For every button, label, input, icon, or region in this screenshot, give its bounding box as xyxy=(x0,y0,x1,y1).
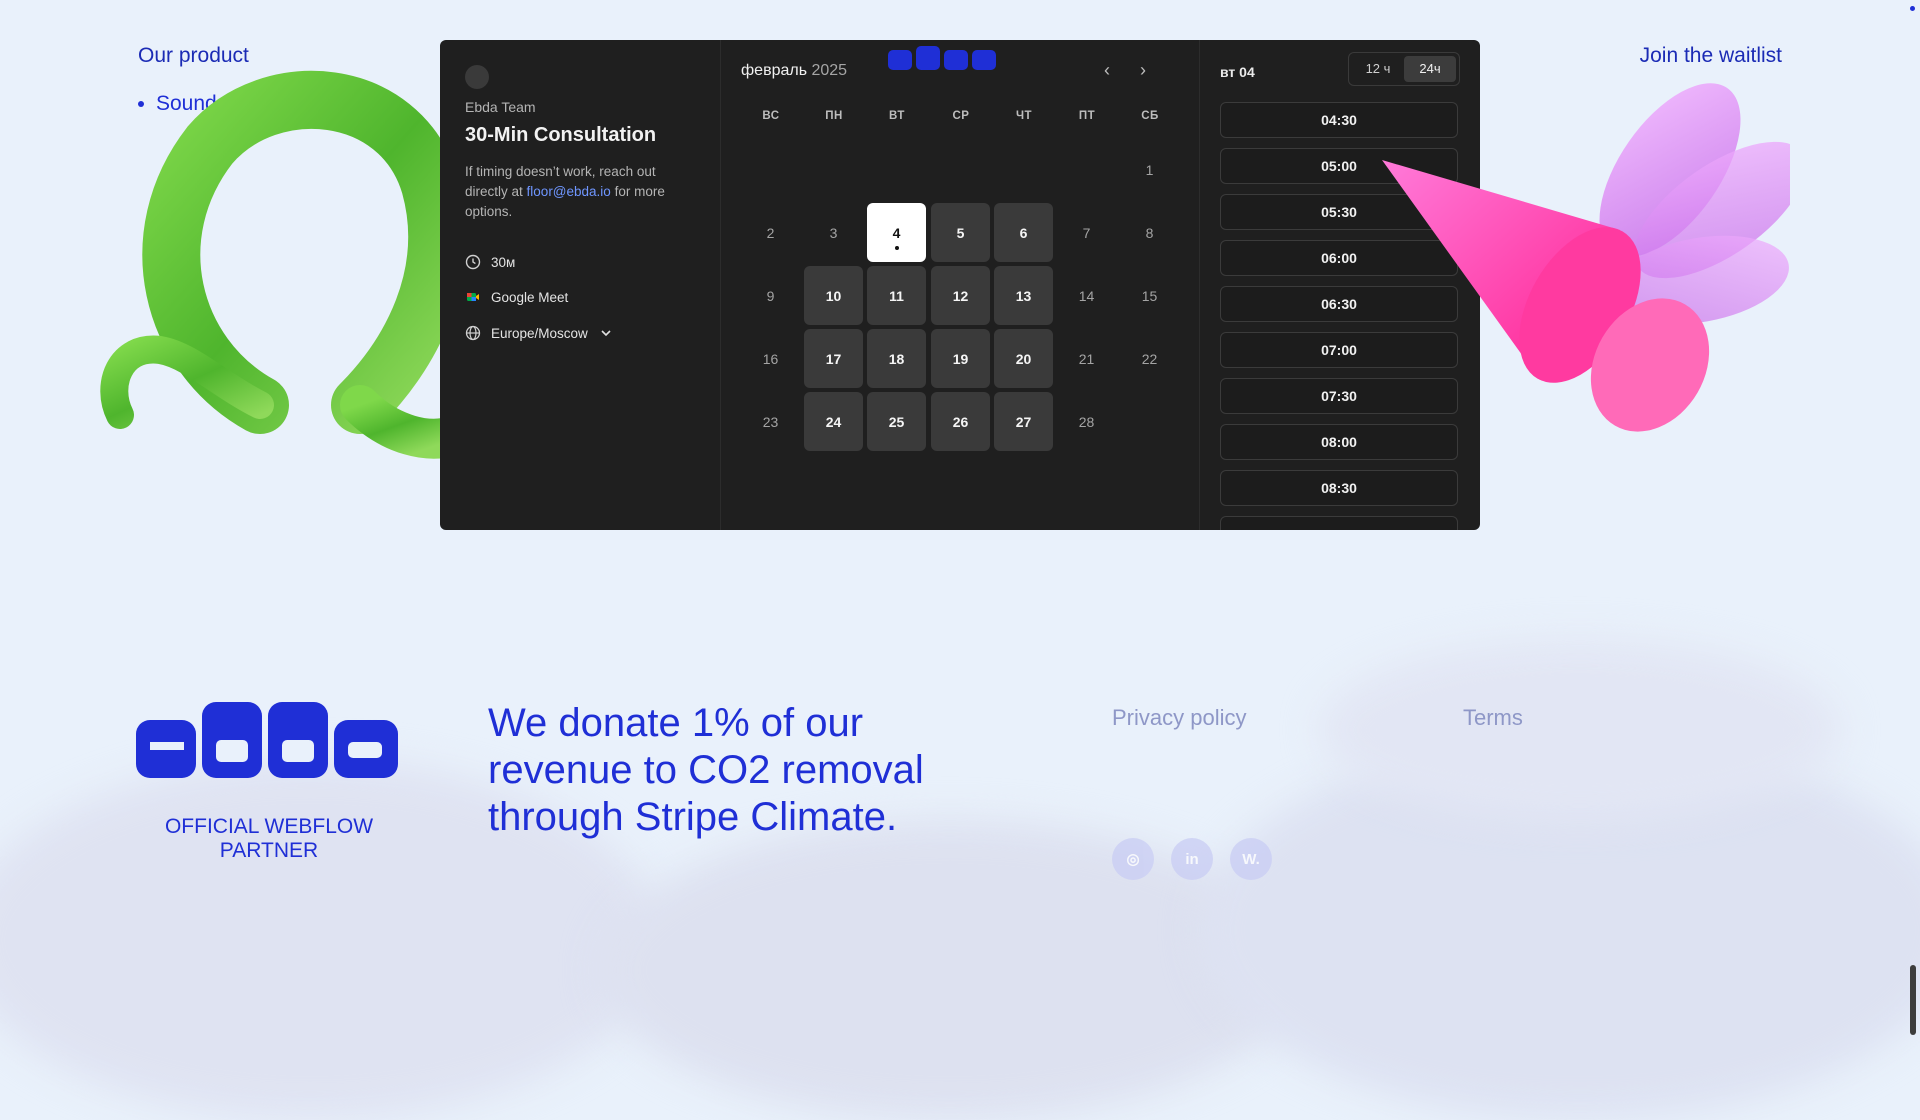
webflow-partner-label: OFFICIAL WEBFLOW PARTNER xyxy=(138,815,400,863)
calendar-day[interactable]: 5 xyxy=(931,203,990,262)
weekday-label: СР xyxy=(952,110,970,122)
event-description: If timing doesn’t work, reach out direct… xyxy=(465,162,695,222)
weekday-label: ВТ xyxy=(889,110,905,122)
weekday-label: ПТ xyxy=(1078,110,1096,122)
year-label: 2025 xyxy=(811,62,848,79)
weekday-label: ЧТ xyxy=(1015,110,1033,122)
calendar-day[interactable]: 25 xyxy=(867,392,926,451)
platform-row: Google Meet xyxy=(465,289,568,305)
calendar-day-selected[interactable]: 4 xyxy=(867,203,926,262)
calendar-day[interactable]: 17 xyxy=(804,329,863,388)
calendar-day[interactable]: 6 xyxy=(994,203,1053,262)
ebda-logo xyxy=(136,702,398,778)
calendar-day: 1 xyxy=(1145,161,1154,178)
calendar-day[interactable]: 10 xyxy=(804,266,863,325)
previous-month-button[interactable]: ‹ xyxy=(1097,60,1117,80)
webflow-icon[interactable]: W. xyxy=(1230,838,1272,880)
calendar-day[interactable]: 20 xyxy=(994,329,1053,388)
terms-link[interactable]: Terms xyxy=(1463,705,1523,731)
time-slot-button[interactable]: 08:30 xyxy=(1220,470,1458,506)
green-omega-decoration xyxy=(100,70,460,459)
calendar-day[interactable]: 24 xyxy=(804,392,863,451)
scrollbar-thumb[interactable] xyxy=(1910,965,1916,1035)
calendar-day: 2 xyxy=(766,224,775,241)
calendar-day: 22 xyxy=(1141,350,1158,367)
month-label: февраль 2025 xyxy=(741,62,847,80)
booking-widget: Ebda Team 30-Min Consultation If timing … xyxy=(440,40,1480,530)
calendar-day: 28 xyxy=(1078,413,1095,430)
ebda-logo-overlay xyxy=(888,46,996,70)
partner-line-2: PARTNER xyxy=(219,839,319,862)
donation-statement: We donate 1% of our revenue to CO2 remov… xyxy=(488,701,924,839)
calendar-day: 23 xyxy=(762,413,779,430)
time-slot-button-partial[interactable] xyxy=(1220,516,1458,530)
calendar-day[interactable]: 11 xyxy=(867,266,926,325)
timezone-selector[interactable]: Europe/Moscow xyxy=(465,325,614,341)
calendar-day: 7 xyxy=(1082,224,1091,241)
partner-line-1: OFFICIAL WEBFLOW xyxy=(164,815,374,838)
calendar-day: 16 xyxy=(762,350,779,367)
weekday-label: СБ xyxy=(1141,110,1159,122)
instagram-icon[interactable]: ◎ xyxy=(1112,838,1154,880)
linkedin-icon[interactable]: in xyxy=(1171,838,1213,880)
calendar-day: 21 xyxy=(1078,350,1095,367)
calendar-day[interactable]: 13 xyxy=(994,266,1053,325)
calendar-day: 15 xyxy=(1141,287,1158,304)
email-link[interactable]: floor@ebda.io xyxy=(527,184,611,199)
privacy-policy-link[interactable]: Privacy policy xyxy=(1112,705,1246,731)
calendar-day: 14 xyxy=(1078,287,1095,304)
calendar-day[interactable]: 12 xyxy=(931,266,990,325)
calendar-day: 8 xyxy=(1145,224,1154,241)
platform-label: Google Meet xyxy=(491,289,569,305)
month-name: февраль xyxy=(741,62,808,79)
join-waitlist-link[interactable]: Join the waitlist xyxy=(1640,44,1782,68)
corner-dot xyxy=(1910,6,1915,11)
background-cloud xyxy=(1320,640,1840,820)
avatar xyxy=(465,65,489,89)
calendar-day[interactable]: 18 xyxy=(867,329,926,388)
google-meet-icon xyxy=(467,293,479,301)
next-month-button[interactable]: › xyxy=(1133,60,1153,80)
chevron-down-icon xyxy=(601,330,611,337)
duration-label: 30м xyxy=(491,254,516,270)
calendar-day[interactable]: 26 xyxy=(931,392,990,451)
event-info-panel: Ebda Team 30-Min Consultation If timing … xyxy=(440,40,721,530)
calendar-day: 3 xyxy=(829,224,838,241)
background-cloud xyxy=(1200,740,1920,1120)
calendar-day[interactable]: 19 xyxy=(931,329,990,388)
globe-icon xyxy=(465,325,481,341)
timezone-label: Europe/Moscow xyxy=(491,325,588,341)
weekday-label: ПН xyxy=(825,110,843,122)
weekday-label: ВС xyxy=(762,110,780,122)
calendar-panel: февраль 2025 ‹ › ВС ПН ВТ СР ЧТ ПТ СБ 12345678… xyxy=(721,40,1200,530)
format-24h-option[interactable]: 24ч xyxy=(1404,56,1456,82)
event-title: 30-Min Consultation xyxy=(465,124,657,146)
clock-icon xyxy=(465,254,481,270)
duration-row: 30м xyxy=(465,254,515,270)
calendar-day: 9 xyxy=(766,287,775,304)
calendar-day[interactable]: 27 xyxy=(994,392,1053,451)
organizer-name: Ebda Team xyxy=(465,99,536,115)
selected-date-label: вт 04 xyxy=(1220,64,1255,80)
pink-cone-decoration xyxy=(1382,83,1790,432)
format-12h-option[interactable]: 12 ч xyxy=(1352,56,1404,82)
